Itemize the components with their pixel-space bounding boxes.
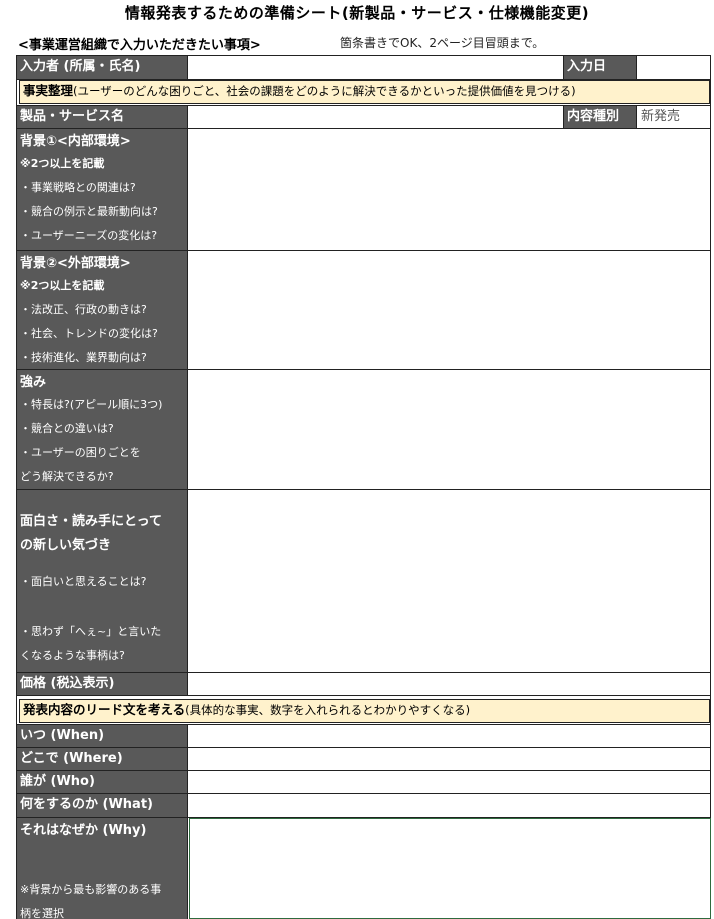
background-internal-row: 背景①<内部環境> ※2つ以上を記載 ・事業戦略との関連は? ・競合の例示と最新… [17,129,710,251]
strengths-item: どう解決できるか? [20,470,114,483]
price-row: 価格 (税込表示) [17,673,710,696]
inputter-row: 入力者 (所属・氏名) 入力日 [17,56,710,80]
fact-band-detail: (ユーザーのどんな困りごと、社会の課題をどのように解決できるかといった提供価値を… [73,84,576,98]
background-external-requirement: ※2つ以上を記載 [20,279,105,292]
lead-band-detail: (具体的な事実、数字を入れられるとわかりやすくなる) [185,703,471,717]
price-label-cell: 価格 (税込表示) [17,673,188,695]
background-internal-field[interactable] [189,129,710,250]
where-label-cell: どこで (Where) [17,748,188,770]
product-label-cell: 製品・サービス名 [17,106,188,128]
interest-label-cell: 面白さ・読み手にとって の新しい気づき ・面白いと思えることは? ・思わず「へぇ… [17,490,188,672]
content-type-label: 内容種別 [563,106,637,128]
fact-organize-band: 事実整理(ユーザーのどんな困りごと、社会の課題をどのように解決できるかといった提… [19,80,710,104]
strengths-item: ・競合との違いは? [20,422,114,435]
background-external-item: ・社会、トレンドの変化は? [20,327,158,340]
background-internal-title: 背景①<内部環境> [20,134,131,149]
where-field[interactable] [189,748,710,770]
what-row: 何をするのか (What) [17,794,710,818]
when-field[interactable] [189,725,710,747]
interest-row: 面白さ・読み手にとって の新しい気づき ・面白いと思えることは? ・思わず「へぇ… [17,490,710,673]
input-date-label: 入力日 [563,56,637,79]
interest-title-line1: 面白さ・読み手にとって [20,514,162,529]
lead-text-band: 発表内容のリード文を考える(具体的な事実、数字を入れられるとわかりやすくなる) [19,699,710,723]
product-row: 製品・サービス名 内容種別 新発売 [17,105,710,129]
where-label: どこで (Where) [20,751,123,766]
when-label: いつ (When) [20,728,105,743]
background-external-field[interactable] [189,251,710,369]
inputter-field[interactable] [189,56,563,79]
interest-item: ・思わず「へぇ~」と言いた [20,625,162,638]
where-row: どこで (Where) [17,748,710,771]
strengths-item: ・特長は?(アピール順に3つ) [20,398,163,411]
fact-band-main: 事実整理 [23,83,74,98]
form-grid: 入力者 (所属・氏名) 入力日 事実整理(ユーザーのどんな困りごと、社会の課題を… [16,55,711,919]
price-field[interactable] [189,673,710,695]
background-external-label-cell: 背景②<外部環境> ※2つ以上を記載 ・法改正、行政の動きは? ・社会、トレンド… [17,251,188,369]
why-row: それはなぜか (Why) ※背景から最も影響のある事 柄を選択 [17,818,711,919]
background-internal-requirement: ※2つ以上を記載 [20,157,105,170]
strengths-field[interactable] [189,370,710,489]
interest-title-line2: の新しい気づき [20,538,112,553]
sheet-title: 情報発表するための準備シート(新製品・サービス・仕様機能変更) [124,4,590,22]
background-internal-item: ・競合の例示と最新動向は? [20,205,158,218]
background-internal-item: ・事業戦略との関連は? [20,181,136,194]
strengths-row: 強み ・特長は?(アピール順に3つ) ・競合との違いは? ・ユーザーの困りごとを… [17,370,710,490]
background-internal-item: ・ユーザーニーズの変化は? [20,229,158,242]
inputter-label: 入力者 (所属・氏名) [20,59,141,74]
background-external-item: ・法改正、行政の動きは? [20,303,147,316]
background-internal-label-cell: 背景①<内部環境> ※2つ以上を記載 ・事業戦略との関連は? ・競合の例示と最新… [17,129,188,250]
input-date-field[interactable] [637,56,710,79]
background-external-item: ・技術進化、業界動向は? [20,351,147,364]
product-name-field[interactable] [189,106,563,128]
why-label: それはなぜか (Why) [20,823,147,838]
who-field[interactable] [189,771,710,793]
strengths-item: ・ユーザーの困りごとを [20,446,141,459]
when-row: いつ (When) [17,724,710,748]
lead-band-main: 発表内容のリード文を考える [23,702,186,717]
interest-item: ・面白いと思えることは? [20,575,147,588]
price-label: 価格 (税込表示) [20,676,115,691]
instruction-note: 箇条書きでOK、2ページ目冒頭まで。 [340,36,545,50]
what-field[interactable] [189,794,710,817]
who-label-cell: 誰が (Who) [17,771,188,793]
why-note: ※背景から最も影響のある事 [20,883,162,896]
background-external-row: 背景②<外部環境> ※2つ以上を記載 ・法改正、行政の動きは? ・社会、トレンド… [17,251,710,370]
background-external-title: 背景②<外部環境> [20,256,131,271]
inputter-label-cell: 入力者 (所属・氏名) [17,56,188,79]
content-type-value[interactable]: 新発売 [638,106,680,128]
what-label-cell: 何をするのか (What) [17,794,188,817]
why-field[interactable] [189,818,711,919]
why-note: 柄を選択 [20,907,64,919]
interest-field[interactable] [189,490,710,672]
product-label: 製品・サービス名 [20,109,125,124]
interest-item: くなるような事柄は? [20,649,125,662]
what-label: 何をするのか (What) [20,797,153,812]
strengths-title: 強み [20,375,47,390]
when-label-cell: いつ (When) [17,725,188,747]
why-label-cell: それはなぜか (Why) ※背景から最も影響のある事 柄を選択 [17,818,188,919]
section-subheading: <事業運営組織で入力いただきたい事項> [18,38,261,53]
who-row: 誰が (Who) [17,771,710,794]
who-label: 誰が (Who) [20,774,95,789]
strengths-label-cell: 強み ・特長は?(アピール順に3つ) ・競合との違いは? ・ユーザーの困りごとを… [17,370,188,489]
